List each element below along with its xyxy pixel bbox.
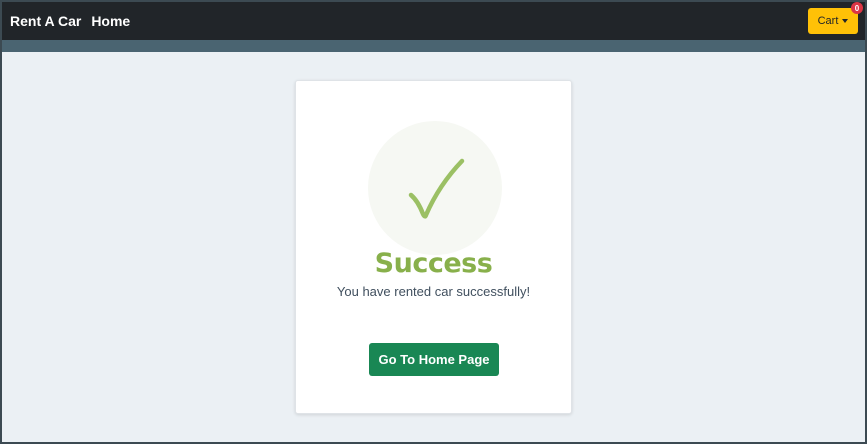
nav-home-link[interactable]: Home bbox=[91, 13, 130, 29]
cart-dropdown-button[interactable]: Cart bbox=[808, 8, 858, 34]
top-navbar: Rent A Car Home Cart 0 bbox=[2, 2, 865, 40]
cart-label: Cart bbox=[817, 15, 839, 27]
caret-down-icon bbox=[842, 19, 849, 23]
app-frame: Rent A Car Home Cart 0 Success You have … bbox=[2, 2, 865, 442]
cart-count-badge: 0 bbox=[851, 2, 863, 14]
success-icon-circle bbox=[368, 121, 502, 255]
success-card: Success You have rented car successfully… bbox=[295, 80, 572, 414]
success-message: You have rented car successfully! bbox=[336, 284, 531, 299]
go-home-button[interactable]: Go To Home Page bbox=[369, 343, 499, 376]
success-title: Success bbox=[374, 248, 493, 279]
checkmark-icon bbox=[408, 158, 465, 219]
brand-link[interactable]: Rent A Car bbox=[10, 13, 81, 29]
navbar-underline-strip bbox=[2, 40, 865, 52]
